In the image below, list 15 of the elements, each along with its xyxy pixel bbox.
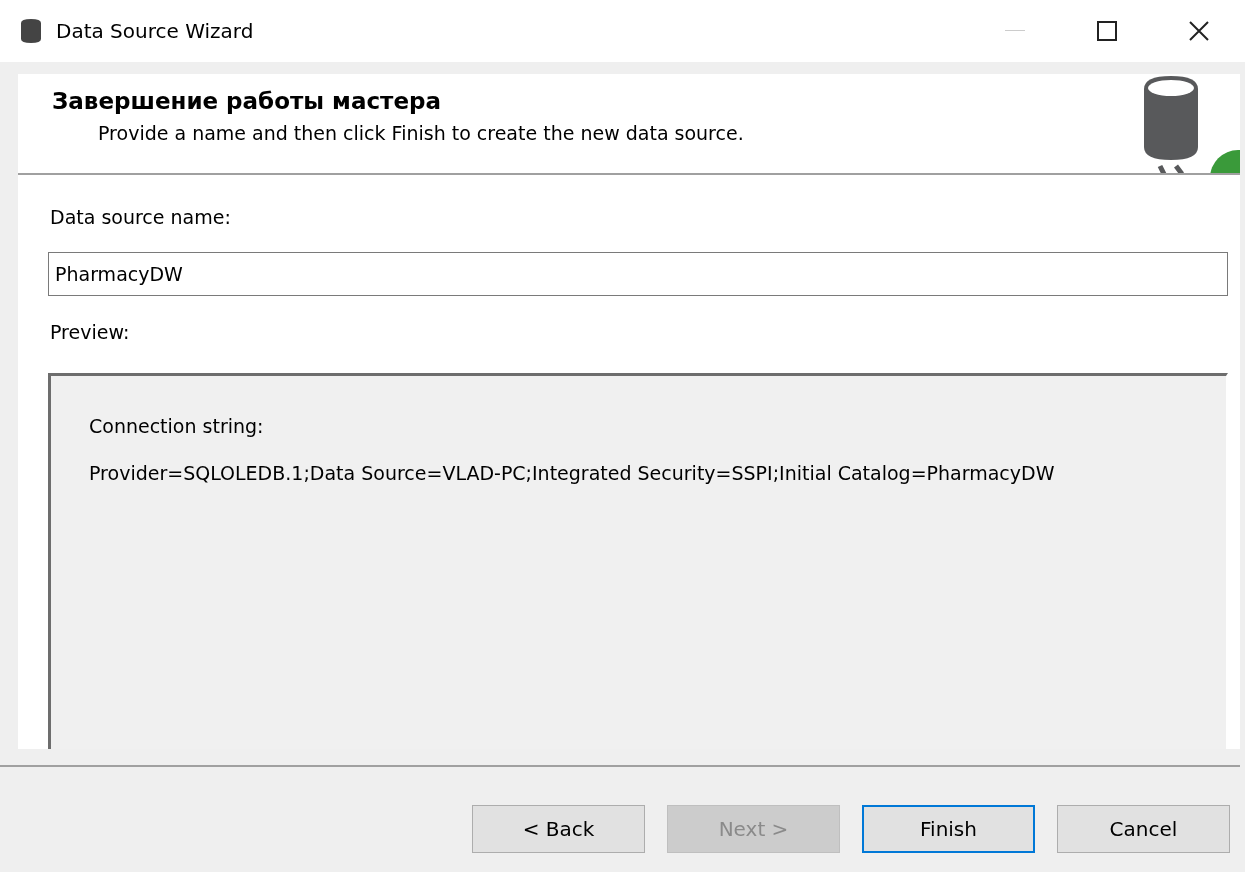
- wizard-button[interactable]: Cancel: [1057, 805, 1230, 853]
- preview-heading: Connection string:: [89, 414, 265, 439]
- close-icon: [1189, 21, 1209, 41]
- preview-label: Preview:: [50, 319, 131, 345]
- window-title: Data Source Wizard: [56, 18, 254, 45]
- connection-string: Provider=SQLOLEDB.1;Data Source=VLAD-PC;Integrated Security=SSPI;Initial Catalog=PharmacyDW: [89, 460, 1056, 486]
- wizard-button[interactable]: Finish: [862, 805, 1035, 853]
- wizard-title: Завершение работы мастера: [52, 87, 442, 116]
- name-field[interactable]: PharmacyDW: [48, 251, 1228, 296]
- wizard-button[interactable]: < Back: [472, 805, 645, 853]
- database-icon: [20, 18, 42, 44]
- wizard-subtitle: Provide a name and then click Finish to create the new data source.: [97, 120, 745, 146]
- maximize-icon: [1097, 21, 1117, 41]
- name-label: Data source name:: [50, 205, 232, 230]
- minimize-icon: [1005, 30, 1025, 32]
